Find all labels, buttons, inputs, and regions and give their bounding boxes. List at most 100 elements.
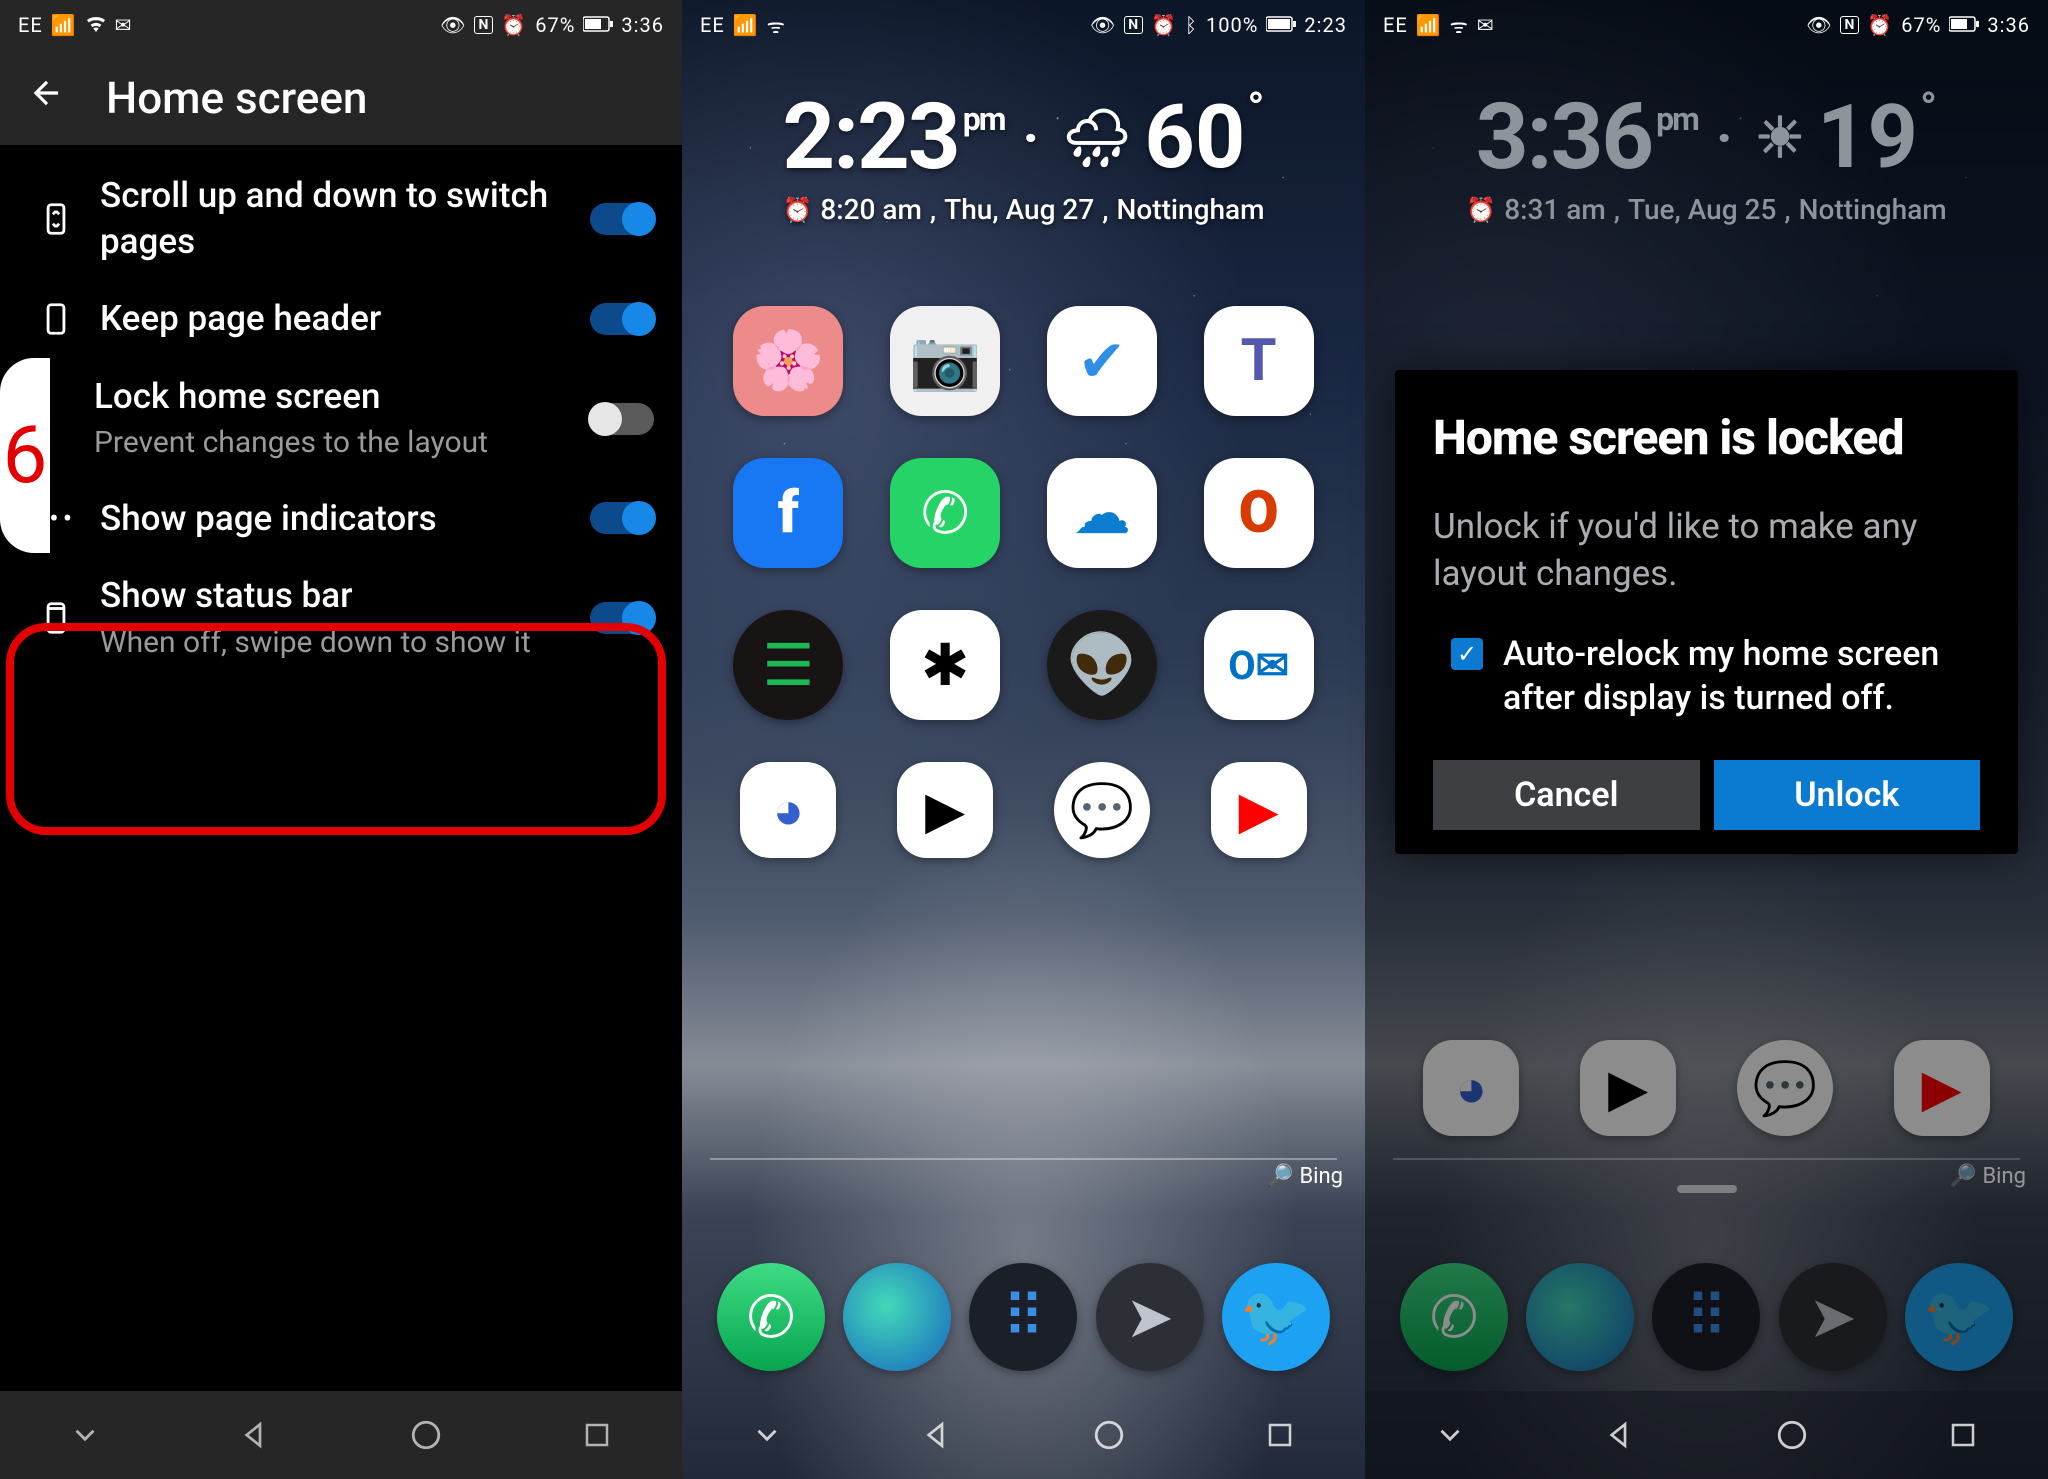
alarm-icon: ⏰	[1151, 13, 1177, 37]
nav-recent-icon[interactable]	[1257, 1412, 1303, 1458]
app-slack[interactable]: ✱	[890, 610, 1000, 720]
eye-icon: 👁	[1806, 13, 1832, 37]
dock-apps[interactable]: ⠿	[969, 1263, 1077, 1371]
clock-widget[interactable]: 2:23pm · 🌧 60° ⏰ 8:20 am, Thu, Aug 27, N…	[682, 84, 1365, 226]
page-header-icon	[37, 300, 75, 338]
dock-telegram[interactable]: ➤	[1096, 1263, 1204, 1371]
drag-handle-icon[interactable]	[1677, 1185, 1737, 1193]
dock-telegram[interactable]: ➤	[1779, 1263, 1887, 1371]
alarm-icon: ⏰	[1466, 196, 1496, 224]
dock-edge[interactable]	[843, 1263, 951, 1371]
bing-icon: 🔎	[1266, 1164, 1293, 1189]
clock-ampm: pm	[1656, 100, 1698, 138]
setting-keep-header[interactable]: Keep page header	[0, 280, 682, 358]
nfc-icon: N	[1124, 16, 1143, 34]
app-youtube[interactable]: ▶	[1894, 1040, 1990, 1136]
toggle-switch[interactable]	[590, 203, 654, 235]
nfc-icon: N	[1840, 16, 1859, 34]
setting-status-bar[interactable]: Show status bar When off, swipe down to …	[0, 557, 682, 679]
app-play-store[interactable]: ▶	[897, 762, 993, 858]
dialog-checkbox-label: Auto-relock my home screen after display…	[1503, 632, 1980, 720]
checkbox-icon[interactable]: ✓	[1451, 638, 1483, 670]
nav-home-icon[interactable]	[1086, 1412, 1132, 1458]
app-spotify[interactable]: ☰	[733, 610, 843, 720]
search-bar[interactable]: 🔎 Bing	[682, 1158, 1365, 1195]
dock-phone[interactable]: ✆	[1400, 1263, 1508, 1371]
app-outlook[interactable]: O✉	[1204, 610, 1314, 720]
status-bar: EE 📶 ✉ 👁 N ⏰ 67% 3:36	[0, 0, 682, 50]
dock: ✆ ⠿ ➤ 🐦	[1365, 1243, 2048, 1391]
alarm-icon: ⏰	[782, 196, 812, 224]
wifi-icon: ᯤ	[767, 12, 786, 39]
time-label: 3:36	[1987, 13, 2030, 37]
mail-icon: ✉	[115, 13, 133, 37]
weather-icon: ☀	[1755, 105, 1805, 171]
battery-icon	[1266, 13, 1296, 37]
home-screen-pane: EE 📶 ᯤ 👁 N ⏰ ᛒ 100% 2:23 2:23pm · 🌧 60° …	[682, 0, 1365, 1479]
temp-value: 60	[1144, 86, 1245, 189]
wifi-icon: ᯤ	[1450, 12, 1469, 39]
toggle-switch[interactable]	[590, 602, 654, 634]
toggle-switch[interactable]	[590, 502, 654, 534]
nav-recent-icon[interactable]	[1940, 1412, 1986, 1458]
nav-back-icon[interactable]	[233, 1412, 279, 1458]
nav-recent-icon[interactable]	[574, 1412, 620, 1458]
app-messenger[interactable]: 💬	[1737, 1040, 1833, 1136]
eye-icon: 👁	[1090, 13, 1116, 37]
app-play-store[interactable]: ▶	[1580, 1040, 1676, 1136]
dock-twitter[interactable]: 🐦	[1222, 1263, 1330, 1371]
app-simplenote[interactable]: ◕	[1423, 1040, 1519, 1136]
app-todo[interactable]: ✔	[1047, 306, 1157, 416]
app-youtube[interactable]: ▶	[1211, 762, 1307, 858]
back-icon[interactable]	[28, 74, 66, 122]
app-teams[interactable]: T	[1204, 306, 1314, 416]
signal-icon: 📶	[51, 13, 77, 37]
nav-keyboard-down-icon[interactable]	[1427, 1412, 1473, 1458]
bing-icon: 🔎	[1949, 1164, 1976, 1189]
app-grid: 🌸 📷 ✔ T f ✆ ☁ O ☰ ✱ 👽 O✉ ◕ ▶ 💬 ▶	[682, 306, 1365, 858]
eye-icon: 👁	[440, 13, 466, 37]
toggle-switch[interactable]	[590, 303, 654, 335]
nav-home-icon[interactable]	[403, 1412, 449, 1458]
app-onedrive[interactable]: ☁	[1047, 458, 1157, 568]
app-whatsapp[interactable]: ✆	[890, 458, 1000, 568]
app-photos[interactable]: 🌸	[733, 306, 843, 416]
app-messenger[interactable]: 💬	[1054, 762, 1150, 858]
temp-value: 19	[1817, 86, 1918, 189]
setting-scroll-pages[interactable]: Scroll up and down to switch pages	[0, 157, 682, 280]
app-simplenote[interactable]: ◕	[740, 762, 836, 858]
setting-lock-home[interactable]: 6 Lock home screen Prevent changes to th…	[0, 358, 682, 480]
cancel-button[interactable]: Cancel	[1433, 760, 1700, 830]
settings-list: Scroll up and down to switch pages Keep …	[0, 145, 682, 679]
unlock-button[interactable]: Unlock	[1714, 760, 1981, 830]
battery-icon	[1949, 13, 1979, 37]
app-office[interactable]: O	[1204, 458, 1314, 568]
nav-bar	[0, 1391, 682, 1479]
nav-keyboard-down-icon[interactable]	[744, 1412, 790, 1458]
clock-loc: Nottingham	[1117, 193, 1265, 226]
setting-page-indicators[interactable]: ••• Show page indicators	[0, 480, 682, 558]
header: Home screen	[0, 50, 682, 145]
nav-back-icon[interactable]	[1598, 1412, 1644, 1458]
dock-apps[interactable]: ⠿	[1652, 1263, 1760, 1371]
status-bar: EE 📶 ᯤ 👁 N ⏰ ᛒ 100% 2:23	[682, 0, 1365, 50]
dialog-checkbox-row[interactable]: ✓ Auto-relock my home screen after displ…	[1433, 632, 1980, 720]
app-camera[interactable]: 📷	[890, 306, 1000, 416]
separator-dot: ·	[1022, 105, 1039, 171]
nav-keyboard-down-icon[interactable]	[62, 1412, 108, 1458]
toggle-switch[interactable]	[590, 403, 654, 435]
scroll-vert-icon	[37, 200, 75, 238]
nav-home-icon[interactable]	[1769, 1412, 1815, 1458]
clock-ampm: pm	[963, 100, 1005, 138]
app-reddit[interactable]: 👽	[1047, 610, 1157, 720]
app-facebook[interactable]: f	[733, 458, 843, 568]
setting-label: Lock home screen	[94, 374, 584, 420]
dock-edge[interactable]	[1526, 1263, 1634, 1371]
setting-sublabel: Prevent changes to the layout	[94, 423, 584, 464]
dock-twitter[interactable]: 🐦	[1905, 1263, 2013, 1371]
settings-pane: EE 📶 ✉ 👁 N ⏰ 67% 3:36 Home screen Scroll…	[0, 0, 682, 1479]
locked-home-pane: EE 📶 ᯤ ✉ 👁 N ⏰ 67% 3:36 3:36pm · ☀ 19° ⏰…	[1365, 0, 2048, 1479]
nav-bar	[682, 1391, 1365, 1479]
dock-phone[interactable]: ✆	[717, 1263, 825, 1371]
nav-back-icon[interactable]	[915, 1412, 961, 1458]
